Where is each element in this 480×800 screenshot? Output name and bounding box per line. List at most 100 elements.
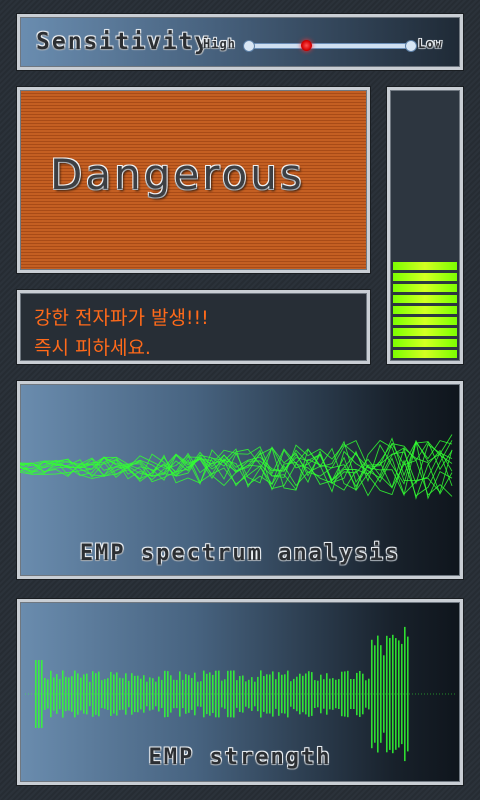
strength-bar	[203, 670, 205, 718]
strength-bar	[41, 660, 43, 728]
strength-bar	[257, 676, 259, 712]
strength-bar	[242, 675, 244, 713]
strength-bar	[113, 674, 115, 714]
strength-bar	[155, 681, 157, 707]
meter-segment	[393, 284, 457, 292]
strength-bar	[308, 671, 310, 717]
strength-bar	[272, 671, 274, 717]
strength-bar	[191, 678, 193, 710]
warning-message-line-2: 즉시 피하세요.	[34, 337, 151, 359]
strength-bar	[260, 670, 262, 718]
strength-bar	[251, 677, 253, 711]
alert-status-text: Dangerous	[50, 150, 305, 199]
strength-bar	[224, 679, 226, 709]
strength-bar	[47, 679, 49, 709]
sensitivity-title: Sensitivity	[36, 29, 211, 55]
strength-bar	[197, 681, 199, 707]
meter-segment	[393, 306, 457, 314]
strength-bar	[359, 671, 361, 717]
strength-bar	[89, 681, 91, 707]
strength-bar	[95, 673, 97, 715]
strength-label: EMP strength	[148, 745, 332, 770]
strength-bar	[221, 680, 223, 708]
strength-bar	[269, 674, 271, 714]
strength-bar	[143, 675, 145, 713]
slider-start-knob	[243, 40, 255, 52]
strength-bar	[188, 675, 190, 713]
strength-bar	[353, 679, 355, 709]
slider-thumb[interactable]	[301, 40, 313, 51]
strength-bar	[62, 670, 64, 718]
strength-bar	[230, 670, 232, 718]
strength-bar	[53, 677, 55, 711]
strength-bar	[170, 675, 172, 713]
strength-bar	[404, 626, 406, 762]
strength-bar	[176, 679, 178, 709]
strength-bar	[74, 670, 76, 718]
strength-bar	[266, 674, 268, 714]
strength-bar	[344, 671, 346, 717]
strength-bar	[347, 670, 349, 718]
strength-bar	[140, 678, 142, 710]
strength-bar	[80, 677, 82, 711]
sensitivity-slider[interactable]	[243, 40, 417, 52]
strength-bar	[56, 674, 58, 714]
sensitivity-panel: Sensitivity High Low	[17, 14, 463, 70]
strength-bar	[131, 673, 133, 715]
strength-bar	[329, 678, 331, 710]
level-meter-fill	[393, 259, 457, 358]
strength-bar	[158, 676, 160, 712]
strength-bar	[185, 674, 187, 714]
slider-end-knob	[405, 40, 417, 52]
strength-bar	[194, 672, 196, 716]
warning-message-panel: 강한 전자파가 발생!!! 즉시 피하세요.	[17, 290, 370, 364]
strength-bar	[104, 679, 106, 709]
strength-bar	[152, 678, 154, 710]
strength-bar	[110, 671, 112, 716]
sensitivity-high-label: High	[203, 37, 236, 51]
strength-bar	[281, 674, 283, 714]
strength-bar	[209, 672, 211, 716]
strength-bar	[179, 671, 181, 717]
strength-bar	[206, 673, 208, 715]
strength-bar	[236, 680, 238, 708]
strength-bar	[407, 636, 409, 752]
strength-bar	[332, 678, 334, 710]
strength-bar	[239, 676, 241, 712]
strength-bar	[275, 679, 277, 709]
strength-bar	[146, 681, 148, 707]
meter-segment	[393, 262, 457, 270]
strength-bar	[323, 679, 325, 709]
strength-bar	[299, 673, 301, 715]
strength-bar	[35, 660, 37, 728]
strength-bar	[107, 678, 109, 710]
strength-bar	[164, 670, 166, 718]
strength-bar	[395, 638, 397, 750]
strength-bar	[278, 672, 280, 716]
strength-bar	[125, 673, 127, 715]
strength-bar	[305, 673, 307, 715]
strength-bar	[374, 645, 376, 743]
strength-bar	[77, 673, 79, 715]
strength-bar	[377, 635, 379, 753]
strength-bar	[200, 681, 202, 707]
strength-bar	[356, 672, 358, 716]
strength-bar	[83, 674, 85, 714]
strength-bar	[392, 634, 394, 754]
strength-bar	[287, 670, 289, 718]
strength-bar	[122, 678, 124, 710]
strength-bar	[245, 681, 247, 707]
strength-bar	[290, 681, 292, 707]
strength-bar	[383, 655, 385, 733]
strength-bar	[173, 679, 175, 709]
strength-bar	[38, 660, 40, 728]
strength-bar	[326, 673, 328, 715]
strength-bar	[284, 674, 286, 714]
strength-bar	[263, 676, 265, 712]
strength-bar	[338, 679, 340, 709]
strength-bar	[92, 671, 94, 717]
sensitivity-low-label: Low	[418, 37, 443, 51]
strength-bar	[65, 676, 67, 712]
strength-bar	[128, 680, 130, 708]
meter-segment	[393, 295, 457, 303]
